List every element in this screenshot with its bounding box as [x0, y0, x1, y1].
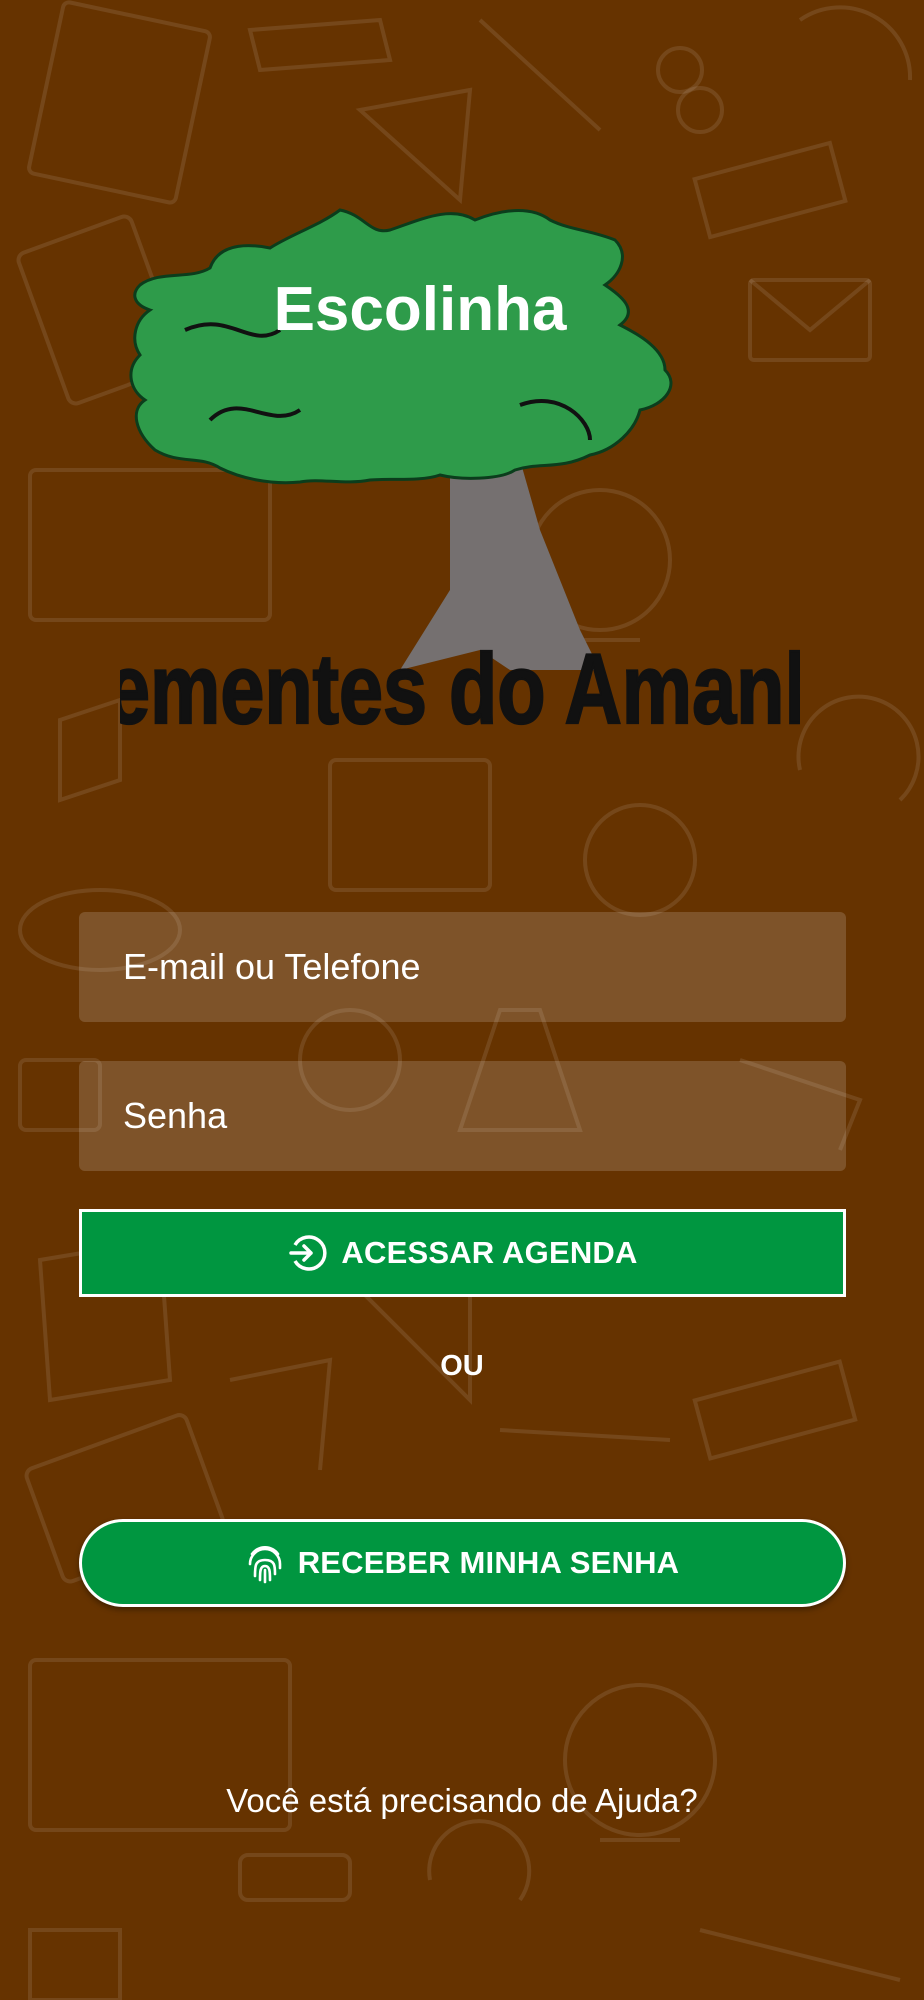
- receive-password-button[interactable]: RECEBER MINHA SENHA: [79, 1519, 846, 1607]
- logo-bottom-text: Sementes do Amanhã: [120, 634, 800, 744]
- receive-password-label: RECEBER MINHA SENHA: [297, 1545, 680, 1580]
- access-agenda-label: ACESSAR AGENDA: [341, 1235, 638, 1270]
- email-or-phone-placeholder: E-mail ou Telefone: [123, 946, 421, 987]
- or-separator: OU: [440, 1350, 484, 1382]
- password-placeholder: Senha: [123, 1095, 228, 1136]
- fingerprint-icon: [248, 1546, 282, 1584]
- login-arrow-icon: [289, 1235, 328, 1271]
- password-input[interactable]: Senha: [79, 1061, 846, 1171]
- logo-top-text: Escolinha: [274, 275, 567, 344]
- school-logo: Escolinha Sementes do Amanhã: [120, 208, 800, 745]
- tree-canopy: [129, 208, 673, 485]
- help-link[interactable]: Você está precisando de Ajuda?: [0, 1782, 924, 1820]
- email-or-phone-input[interactable]: E-mail ou Telefone: [79, 912, 846, 1022]
- access-agenda-button[interactable]: ACESSAR AGENDA: [79, 1209, 846, 1297]
